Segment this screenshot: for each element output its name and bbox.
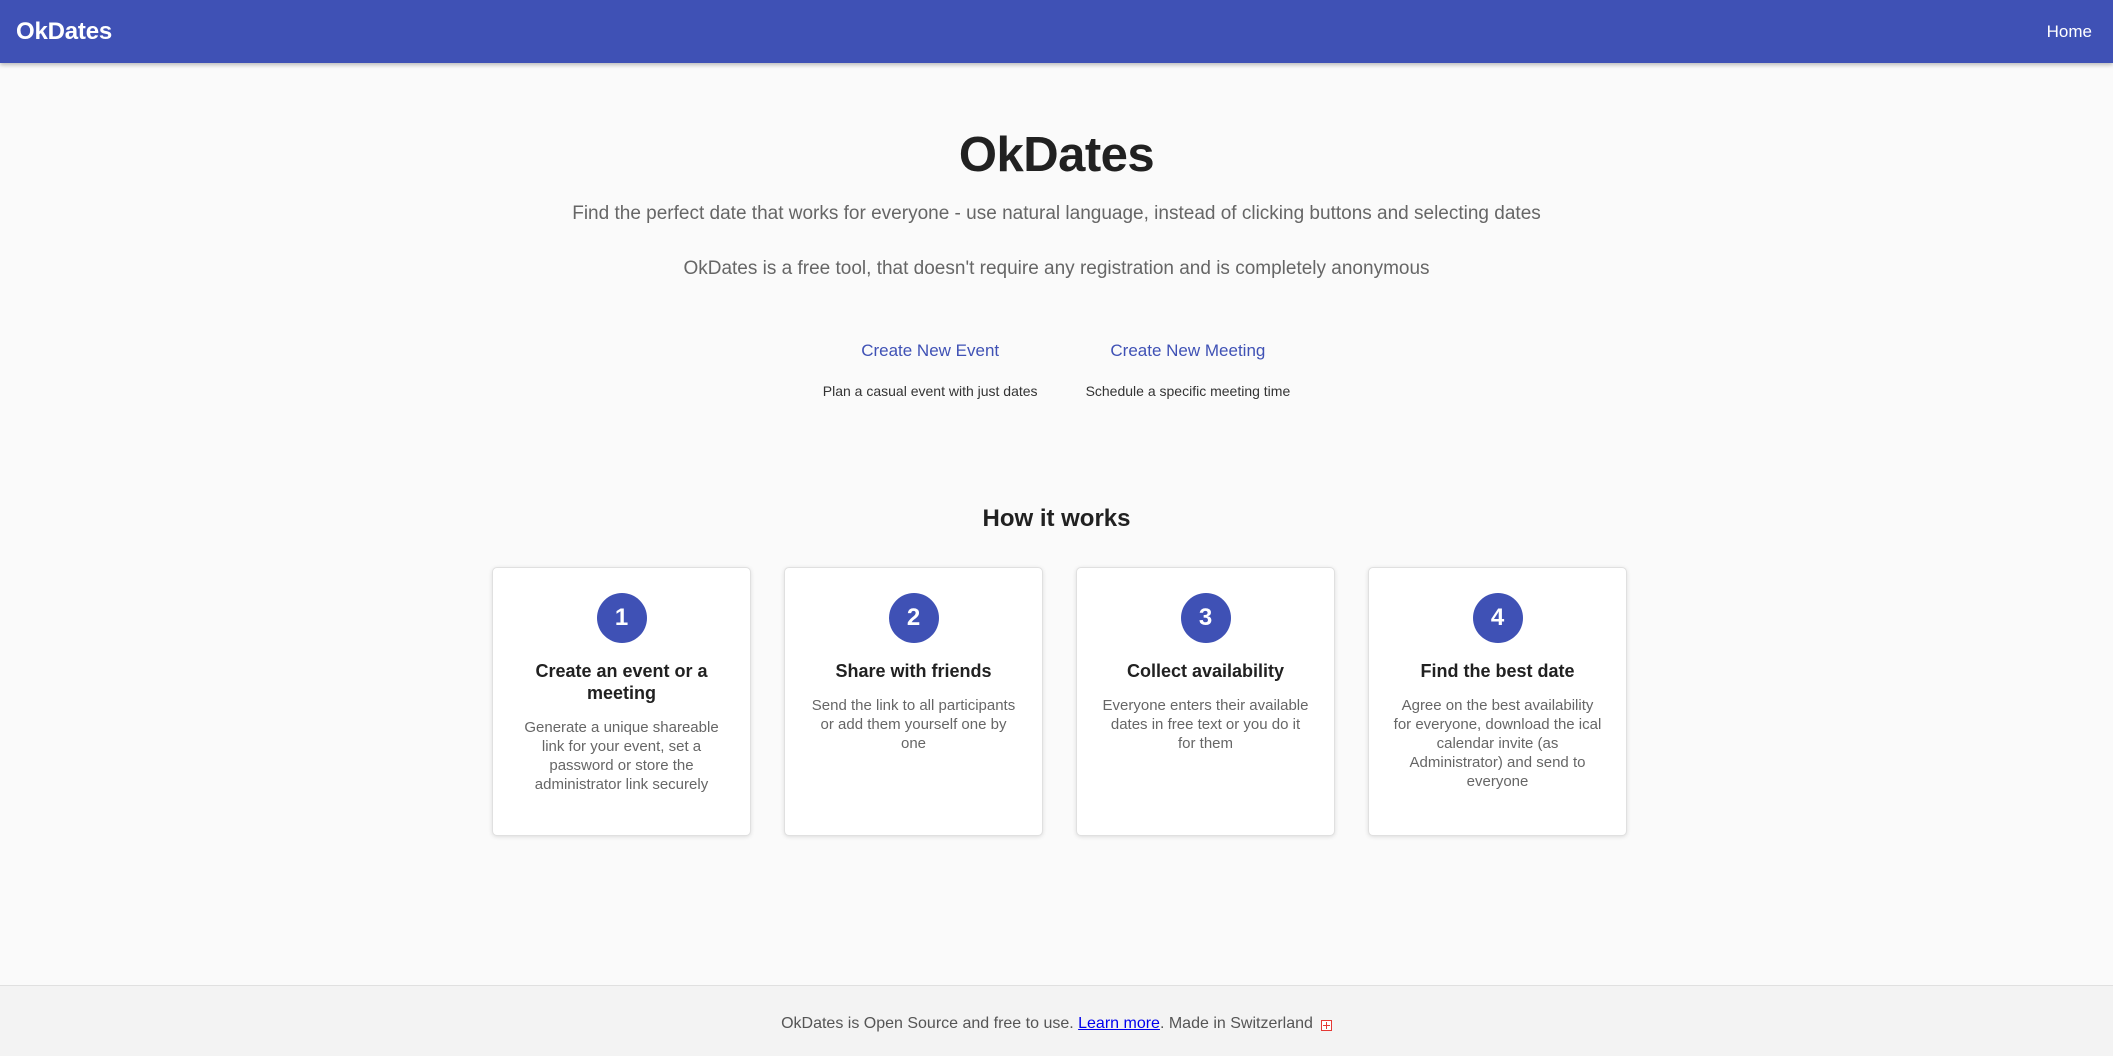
create-event-button[interactable]: Create New Event	[853, 337, 1007, 365]
swiss-flag-icon	[1320, 1019, 1332, 1031]
learn-more-link[interactable]: Learn more	[1078, 1015, 1160, 1033]
action-create-event: Create New Event Plan a casual event wit…	[823, 337, 1038, 399]
step-title: Create an event or a meeting	[535, 661, 708, 703]
brand-logo[interactable]: OkDates	[16, 18, 112, 46]
create-actions: Create New Event Plan a casual event wit…	[0, 337, 2113, 399]
app-header: OkDates Home	[0, 0, 2113, 63]
step-description: Agree on the best availability for every…	[1393, 697, 1602, 790]
create-meeting-description: Schedule a specific meeting time	[1085, 383, 1291, 399]
step-card: 4 Find the best date Agree on the best a…	[1368, 567, 1627, 836]
step-description: Generate a unique shareable link for you…	[524, 719, 719, 793]
footer-text-after: . Made in Switzerland	[1159, 1015, 1313, 1032]
step-description: Everyone enters their available dates in…	[1102, 697, 1309, 752]
step-card: 3 Collect availability Everyone enters t…	[1076, 567, 1335, 836]
step-description: Send the link to all participants or add…	[811, 697, 1016, 752]
page-footer: OkDates is Open Source and free to use. …	[0, 985, 2113, 1056]
step-number-badge: 1	[596, 593, 647, 643]
footer-text-before: OkDates is Open Source and free to use.	[781, 1015, 1079, 1032]
steps-list: 1 Create an event or a meeting Generate …	[492, 567, 1627, 836]
create-event-description: Plan a casual event with just dates	[822, 383, 1038, 399]
step-title: Collect availability	[1126, 661, 1285, 681]
action-create-meeting: Create New Meeting Schedule a specific m…	[1086, 337, 1291, 399]
step-title: Find the best date	[1420, 661, 1575, 681]
hero-tagline: OkDates is a free tool, that doesn't req…	[683, 258, 1430, 279]
step-number-badge: 4	[1472, 593, 1523, 643]
step-number-badge: 3	[1180, 593, 1231, 643]
step-number-badge: 2	[888, 593, 939, 643]
step-card: 1 Create an event or a meeting Generate …	[492, 567, 751, 836]
nav-home-link[interactable]: Home	[2047, 22, 2092, 42]
hero-subtitle: Find the perfect date that works for eve…	[572, 203, 1541, 224]
step-title: Share with friends	[835, 661, 992, 681]
step-card: 2 Share with friends Send the link to al…	[784, 567, 1043, 836]
how-it-works-title: How it works	[982, 505, 1131, 532]
page-title: OkDates	[958, 128, 1155, 182]
create-meeting-button[interactable]: Create New Meeting	[1102, 337, 1273, 365]
